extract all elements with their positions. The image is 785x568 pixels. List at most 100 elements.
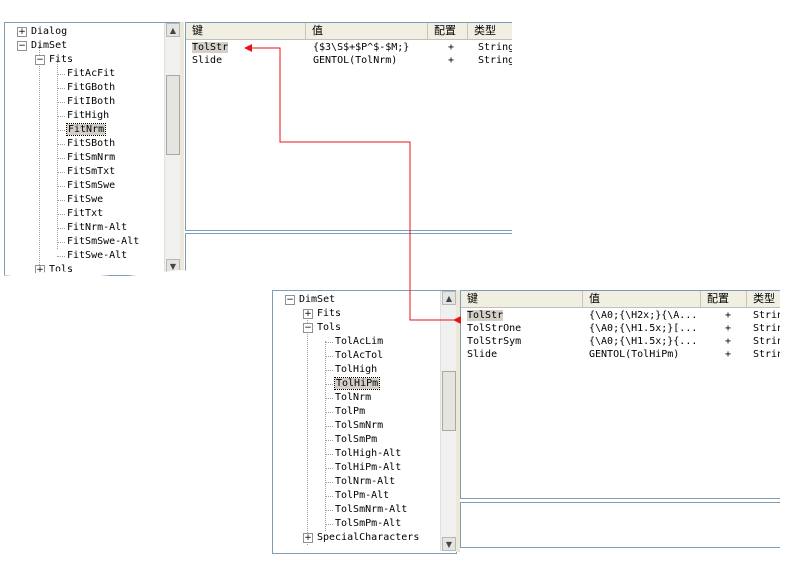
bottom-tree-content: DimSet − Fits + Tols − TolAcLim TolAcTol TolHigh… — [273, 291, 439, 553]
scroll-up-arrow-icon[interactable]: ▲ — [442, 291, 456, 305]
column-key[interactable]: 键 — [186, 23, 306, 39]
table-row[interactable]: TolStrSym {\A0;{\H1.5x;}{... + String — [461, 336, 780, 348]
tree-node[interactable]: FitNrm-Alt — [67, 221, 127, 235]
top-tree-scrollbar[interactable]: ▲ ▼ — [164, 23, 181, 273]
column-type[interactable]: 类型 — [468, 23, 512, 39]
tree-connector — [325, 426, 333, 427]
plus-expander-icon[interactable]: + — [35, 265, 45, 275]
tree-node[interactable]: DimSet — [31, 39, 67, 53]
tree-node[interactable]: FitAcFit — [67, 67, 115, 81]
tree-connector — [307, 313, 308, 545]
tree-node[interactable]: FitGBoth — [67, 81, 115, 95]
scroll-thumb[interactable] — [166, 75, 180, 155]
column-config[interactable]: 配置 — [428, 23, 468, 39]
tree-node[interactable]: TolPm-Alt — [335, 489, 389, 503]
top-tree-content: Dialog + DimSet − Fits − FitAcFit FitGBoth FitIB… — [5, 23, 163, 277]
tree-node[interactable]: FitNrm — [65, 123, 107, 137]
top-properties-grid[interactable]: 键 值 配置 类型 TolStr {$3\S$+$P^$-$M;} + String S… — [185, 22, 512, 231]
tree-node[interactable]: TolNrm — [335, 391, 371, 405]
tree-node[interactable]: FitSmSwe — [67, 179, 115, 193]
tree-node[interactable]: Fits — [49, 53, 73, 67]
tree-connector — [325, 412, 333, 413]
minus-expander-icon[interactable]: − — [285, 295, 295, 305]
top-splitter[interactable] — [180, 22, 184, 274]
tree-node-label: TolNrm-Alt — [335, 476, 396, 487]
tree-node-label: Fits — [317, 308, 342, 319]
tree-node[interactable]: TolNrm-Alt — [335, 475, 395, 489]
table-row[interactable]: TolStr {\A0;{\H2x;}{\A... + String — [461, 310, 780, 322]
cell-key: Slide — [192, 55, 223, 66]
tree-node[interactable]: TolSmPm — [335, 433, 377, 447]
tree-node[interactable]: SpecialCharacters — [317, 531, 419, 545]
column-type[interactable]: 类型 — [747, 291, 780, 307]
cell-type: String — [753, 336, 780, 347]
tree-node[interactable]: TolSmNrm — [335, 419, 383, 433]
tree-node-label: TolPm — [335, 406, 366, 417]
minus-expander-icon[interactable]: − — [35, 55, 45, 65]
tree-node-label: Dialog — [31, 26, 68, 37]
tree-node-label: TolHigh-Alt — [335, 448, 402, 459]
tree-connector — [57, 88, 65, 89]
tree-node[interactable]: FitSwe — [67, 193, 103, 207]
tree-node[interactable]: TolHigh-Alt — [335, 447, 401, 461]
minus-expander-icon[interactable]: − — [303, 323, 313, 333]
cell-key: Slide — [467, 349, 498, 360]
tree-node[interactable]: FitSmSwe-Alt — [67, 235, 139, 249]
tree-node-label: FitSmNrm — [67, 152, 116, 163]
top-tree-view[interactable]: Dialog + DimSet − Fits − FitAcFit FitGBoth FitIB… — [4, 22, 181, 277]
tree-node[interactable]: FitTxt — [67, 207, 103, 221]
tree-node[interactable]: FitSwe-Alt — [67, 249, 127, 263]
bottom-editor-window: DimSet − Fits + Tols − TolAcLim TolAcTol TolHigh… — [268, 270, 780, 560]
tree-connector — [325, 510, 333, 511]
tree-node[interactable]: FitHigh — [67, 109, 109, 123]
tree-node[interactable]: FitSmNrm — [67, 151, 115, 165]
scroll-thumb[interactable] — [442, 371, 456, 431]
column-key[interactable]: 键 — [461, 291, 583, 307]
tree-connector — [325, 356, 333, 357]
tree-node[interactable]: Tols — [49, 263, 73, 277]
tree-node[interactable]: TolSmPm-Alt — [335, 517, 401, 531]
table-row[interactable]: Slide GENTOL(TolHiPm) + String — [461, 349, 780, 361]
tree-node-label: SpecialCharacters — [317, 532, 420, 543]
tree-node[interactable]: Fits — [317, 307, 341, 321]
cell-value: GENTOL(TolHiPm) — [589, 349, 680, 360]
bottom-tree-scrollbar[interactable]: ▲ ▼ — [440, 291, 457, 551]
tree-node[interactable]: FitSmTxt — [67, 165, 115, 179]
scroll-up-arrow-icon[interactable]: ▲ — [166, 23, 180, 37]
bottom-detail-pane[interactable] — [460, 502, 780, 548]
tree-node-label: TolPm-Alt — [335, 490, 390, 501]
table-row[interactable]: TolStr {$3\S$+$P^$-$M;} + String — [186, 42, 512, 54]
bottom-properties-grid[interactable]: 键 值 配置 类型 TolStr {\A0;{\H2x;}{\A... + Strin… — [460, 290, 780, 499]
tree-node[interactable]: FitSBoth — [67, 137, 115, 151]
tree-node[interactable]: Tols — [317, 321, 341, 335]
column-config[interactable]: 配置 — [701, 291, 747, 307]
tree-node[interactable]: DimSet — [299, 293, 335, 307]
tree-node-label: TolSmNrm-Alt — [335, 504, 408, 515]
tree-node[interactable]: TolAcTol — [335, 349, 383, 363]
plus-expander-icon[interactable]: + — [303, 309, 313, 319]
tree-node[interactable]: Dialog — [31, 25, 67, 39]
scroll-down-arrow-icon[interactable]: ▼ — [442, 537, 456, 551]
tree-node[interactable]: TolAcLim — [335, 335, 383, 349]
column-value[interactable]: 值 — [583, 291, 701, 307]
tree-node[interactable]: TolPm — [335, 405, 365, 419]
top-grid-header: 键 值 配置 类型 — [186, 23, 512, 40]
tree-node[interactable]: TolHigh — [335, 363, 377, 377]
tree-node[interactable]: FitIBoth — [67, 95, 115, 109]
bottom-tree-view[interactable]: DimSet − Fits + Tols − TolAcLim TolAcTol TolHigh… — [272, 290, 457, 554]
column-value[interactable]: 值 — [306, 23, 428, 39]
minus-expander-icon[interactable]: − — [17, 41, 27, 51]
cell-config: + — [725, 323, 732, 334]
tree-node-label: FitNrm-Alt — [67, 222, 128, 233]
table-row[interactable]: Slide GENTOL(TolNrm) + String — [186, 55, 512, 67]
tree-node[interactable]: TolSmNrm-Alt — [335, 503, 407, 517]
tree-node-label: TolNrm — [335, 392, 372, 403]
plus-expander-icon[interactable]: + — [303, 533, 313, 543]
scroll-down-arrow-icon[interactable]: ▼ — [166, 259, 180, 273]
tree-connector — [325, 384, 333, 385]
tree-connector — [57, 116, 65, 117]
table-row[interactable]: TolStrOne {\A0;{\H1.5x;}[... + String — [461, 323, 780, 335]
tree-node[interactable]: TolHiPm-Alt — [335, 461, 401, 475]
tree-node[interactable]: TolHiPm — [333, 377, 381, 391]
plus-expander-icon[interactable]: + — [17, 27, 27, 37]
